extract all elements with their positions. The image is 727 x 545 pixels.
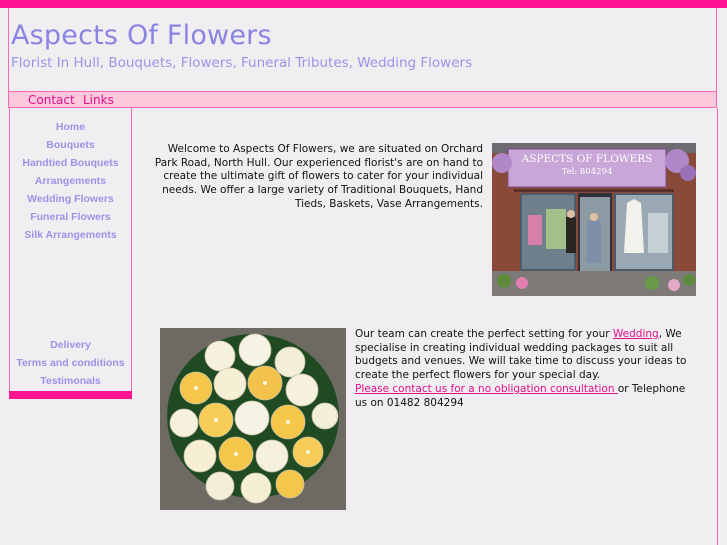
right-border-line xyxy=(717,108,718,545)
wedding-link[interactable]: Wedding xyxy=(613,328,659,340)
sidebar-bottom-bar xyxy=(9,391,132,399)
top-navigation: Contact Links xyxy=(8,91,717,108)
site-title: Aspects Of Flowers xyxy=(11,20,272,51)
sidebar-item-silk-arrangements[interactable]: Silk Arrangements xyxy=(10,229,131,241)
sidebar-item-funeral-flowers[interactable]: Funeral Flowers xyxy=(10,211,131,223)
sidebar-item-wedding-flowers[interactable]: Wedding Flowers xyxy=(10,193,131,205)
wedding-paragraph: Our team can create the perfect setting … xyxy=(355,328,695,410)
nav-link-contact[interactable]: Contact xyxy=(28,93,75,107)
sidebar-item-handtied-bouquets[interactable]: Handtied Bouquets xyxy=(10,157,131,169)
nav-link-links[interactable]: Links xyxy=(83,93,114,107)
top-accent-bar xyxy=(0,0,727,8)
bouquet-photo xyxy=(160,328,346,510)
sidebar-navigation: Home Bouquets Handtied Bouquets Arrangem… xyxy=(9,108,132,391)
shop-front-photo: ASPECTS OF FLOWERS Tel: 804294 xyxy=(492,143,696,296)
sidebar-item-testimonals[interactable]: Testimonals xyxy=(10,375,131,387)
site-header: Aspects Of Flowers Florist In Hull, Bouq… xyxy=(8,8,717,91)
wedding-text-start: Our team can create the perfect setting … xyxy=(355,328,613,340)
sidebar-item-arrangements[interactable]: Arrangements xyxy=(10,175,131,187)
site-subtitle: Florist In Hull, Bouquets, Flowers, Fune… xyxy=(11,55,473,71)
sidebar-item-bouquets[interactable]: Bouquets xyxy=(10,139,131,151)
sidebar-item-home[interactable]: Home xyxy=(10,121,131,133)
shop-sign-name: ASPECTS OF FLOWERS xyxy=(521,153,653,165)
shop-sign-tel: Tel: 804294 xyxy=(562,167,613,177)
contact-consultation-link[interactable]: Please contact us for a no obligation co… xyxy=(355,383,618,395)
sidebar-item-delivery[interactable]: Delivery xyxy=(10,339,131,351)
sidebar-item-terms[interactable]: Terms and conditions xyxy=(10,357,131,369)
intro-paragraph: Welcome to Aspects Of Flowers, we are si… xyxy=(154,143,483,210)
